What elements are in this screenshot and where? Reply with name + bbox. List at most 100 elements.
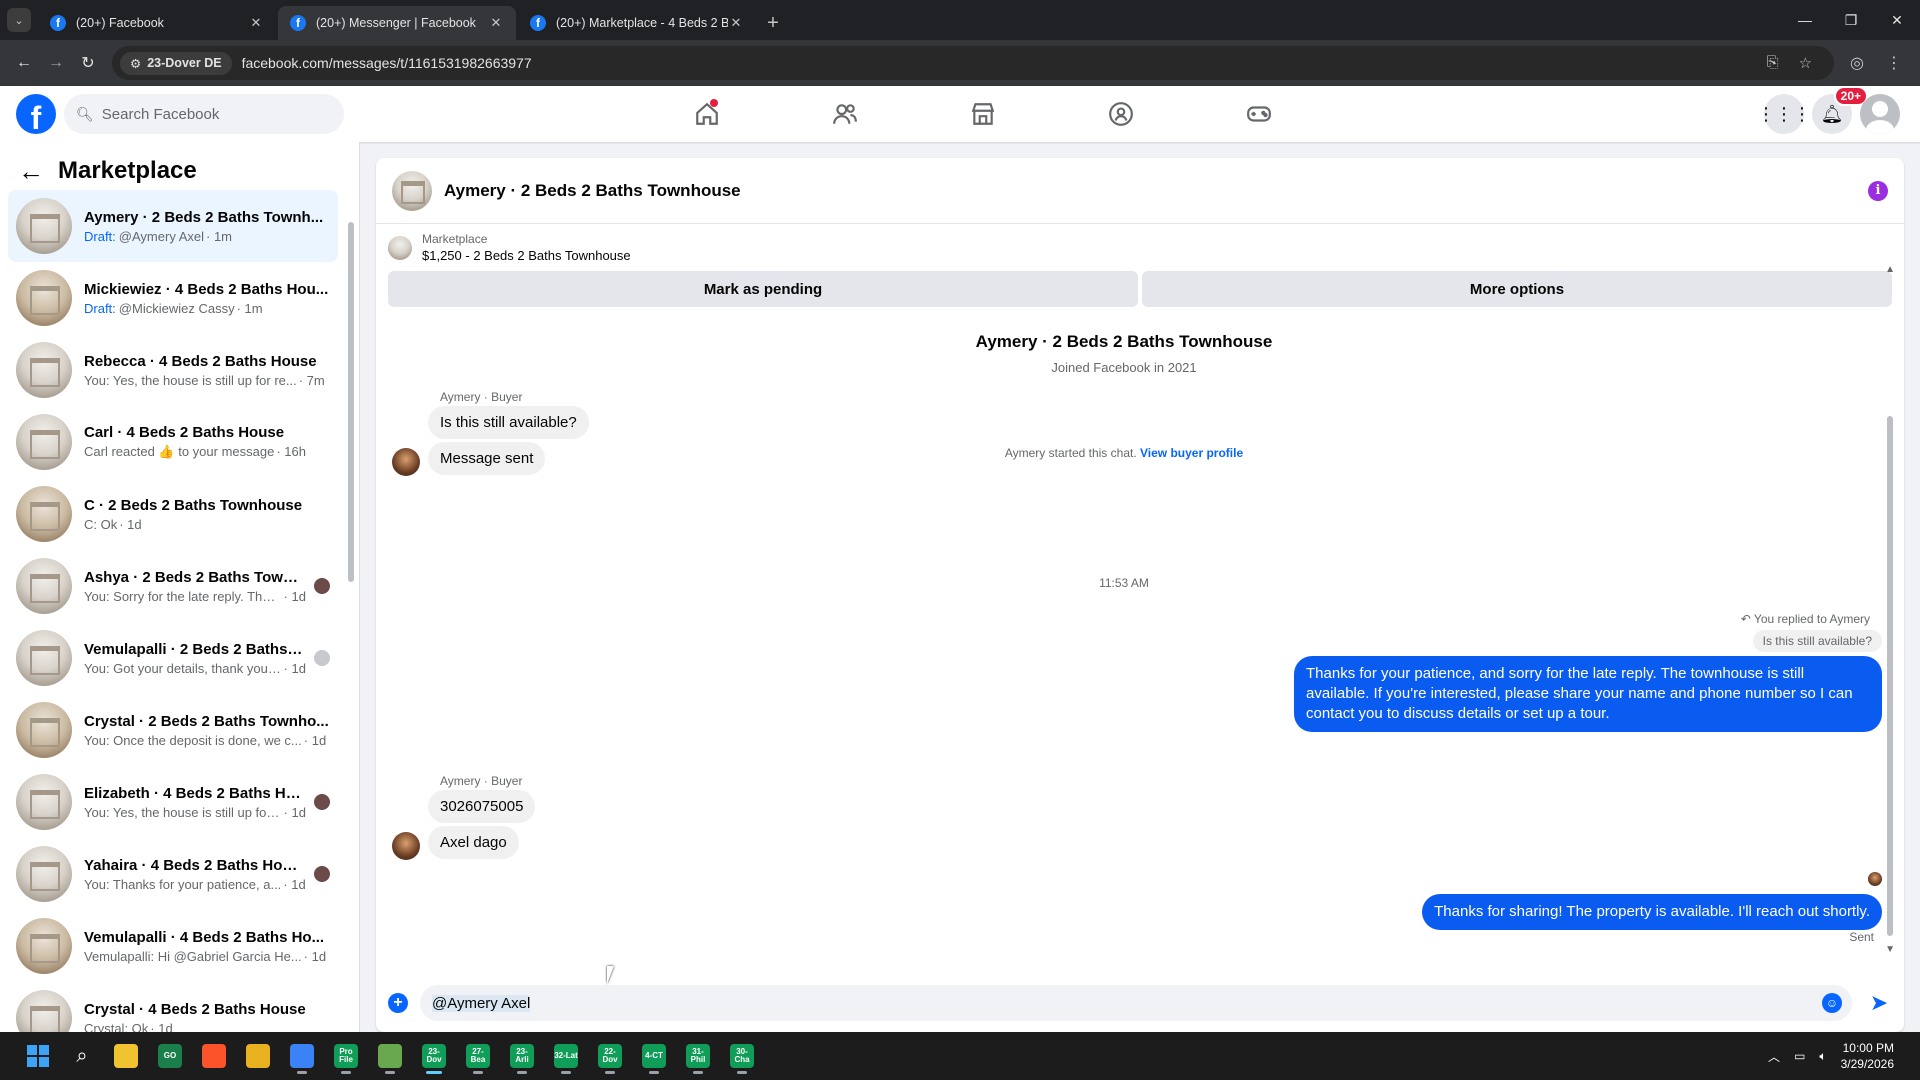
- browser-tab[interactable]: f (20+) Facebook ✕: [38, 6, 276, 40]
- nav-friends[interactable]: [776, 86, 914, 142]
- conversation-name: Rebecca · 4 Beds 2 Baths House: [84, 352, 317, 370]
- taskbar-app[interactable]: Pro File: [326, 1036, 366, 1076]
- close-tab-icon[interactable]: ✕: [248, 15, 264, 31]
- nav-marketplace[interactable]: [914, 86, 1052, 142]
- mark-pending-button[interactable]: Mark as pending: [388, 271, 1138, 307]
- more-options-button[interactable]: More options: [1142, 271, 1892, 307]
- facebook-logo-icon[interactable]: f: [16, 94, 56, 134]
- browser-tab-active[interactable]: f (20+) Messenger | Facebook ✕: [278, 6, 516, 40]
- reload-icon[interactable]: ↻: [72, 47, 104, 79]
- more-menu-icon[interactable]: ⋮: [1886, 53, 1902, 73]
- conversation-item[interactable]: Rebecca · 4 Beds 2 Baths House You: Yes, …: [8, 334, 338, 406]
- profile-icon[interactable]: ◎: [1850, 53, 1864, 73]
- chevron-up-icon[interactable]: ︿: [1768, 1048, 1780, 1065]
- incoming-message[interactable]: Message sent: [428, 442, 546, 475]
- chat-scrollbar[interactable]: [1886, 320, 1894, 960]
- scrollbar-thumb[interactable]: [1887, 416, 1893, 936]
- back-arrow-icon[interactable]: ←: [18, 156, 44, 187]
- file-explorer-button[interactable]: [106, 1036, 146, 1076]
- scrollbar-thumb[interactable]: [348, 222, 354, 582]
- taskbar-app[interactable]: 22-Dov: [590, 1036, 630, 1076]
- browser-tab[interactable]: f (20+) Marketplace - 4 Beds 2 B ✕: [518, 6, 756, 40]
- notifications-button[interactable]: 🔔︎ 20+: [1812, 86, 1868, 134]
- conversation-name: Elizabeth · 4 Beds 2 Baths Ho...: [84, 784, 306, 802]
- nav-groups[interactable]: [1052, 86, 1190, 142]
- network-icon[interactable]: ▭: [1794, 1049, 1805, 1063]
- volume-icon[interactable]: 🔈︎: [1819, 1049, 1826, 1064]
- address-bar[interactable]: ⚙ 23-Dover DE facebook.com/messages/t/116…: [112, 46, 1835, 80]
- outgoing-message[interactable]: Thanks for your patience, and sorry for …: [1294, 656, 1882, 732]
- app-icon: 23-Dov: [422, 1044, 446, 1068]
- app-icon: 4-CT: [642, 1044, 666, 1068]
- outgoing-message[interactable]: Thanks for sharing! The property is avai…: [1422, 894, 1882, 930]
- conversation-item[interactable]: Ashya · 2 Beds 2 Baths Townh... You: Sorr…: [8, 550, 338, 622]
- menu-grid-button[interactable]: ⋮⋮⋮: [1757, 94, 1811, 134]
- plus-icon[interactable]: +: [388, 993, 408, 1013]
- conversation-item[interactable]: Crystal · 4 Beds 2 Baths House Crystal: O…: [8, 982, 338, 1032]
- install-app-icon[interactable]: ⎘: [1767, 54, 1779, 72]
- profile-chip[interactable]: ⚙ 23-Dover DE: [120, 51, 232, 75]
- conversation-time: · 1d: [119, 516, 142, 532]
- taskbar-app[interactable]: GO: [150, 1036, 190, 1076]
- app-icon: 30-Cha: [730, 1044, 754, 1068]
- scroll-up-icon[interactable]: ▲: [1885, 264, 1895, 275]
- taskbar-app[interactable]: 30-Cha: [722, 1036, 762, 1076]
- taskbar-app[interactable]: 32-Lat: [546, 1036, 586, 1076]
- conversation-item[interactable]: Elizabeth · 4 Beds 2 Baths Ho... You: Yes…: [8, 766, 338, 838]
- nav-home[interactable]: [638, 86, 776, 142]
- new-tab-button[interactable]: +: [758, 6, 788, 40]
- conversation-item[interactable]: Carl · 4 Beds 2 Baths House Carl reacted …: [8, 406, 338, 478]
- close-tab-icon[interactable]: ✕: [728, 15, 744, 31]
- taskbar-app[interactable]: 27-Bea: [458, 1036, 498, 1076]
- taskbar-app[interactable]: [370, 1036, 410, 1076]
- tab-search-button[interactable]: ⌄: [0, 0, 38, 40]
- listing-price[interactable]: $1,250 - 2 Beds 2 Baths Townhouse: [422, 248, 631, 263]
- sender-avatar[interactable]: [392, 448, 420, 476]
- conversation-item[interactable]: Crystal · 2 Beds 2 Baths Townho... You: O…: [8, 694, 338, 766]
- minimize-icon[interactable]: —: [1782, 12, 1828, 28]
- chat-avatar[interactable]: [392, 170, 432, 211]
- nav-gaming[interactable]: [1190, 86, 1328, 142]
- bookmark-star-icon[interactable]: ☆: [1799, 54, 1812, 72]
- emoji-icon[interactable]: ☺: [1822, 993, 1842, 1013]
- incoming-message[interactable]: 3026075005: [428, 790, 536, 823]
- taskbar-search-button[interactable]: ⌕: [62, 1036, 102, 1076]
- sidebar-scrollbar[interactable]: [347, 202, 355, 1022]
- listing-thumbnail[interactable]: [388, 235, 412, 260]
- taskbar-app[interactable]: [194, 1036, 234, 1076]
- send-icon[interactable]: ➤: [1864, 990, 1894, 1016]
- info-icon[interactable]: i: [1868, 180, 1888, 201]
- taskbar-app[interactable]: 4-CT: [634, 1036, 674, 1076]
- incoming-message[interactable]: Axel dago: [428, 826, 519, 859]
- bell-icon: 🔔︎: [1820, 103, 1844, 124]
- clock[interactable]: 10:00 PM 3/29/2026: [1841, 1040, 1894, 1072]
- app-icon: 31-Phil: [686, 1044, 710, 1068]
- close-window-icon[interactable]: ✕: [1874, 12, 1920, 29]
- sidebar-title: Marketplace: [58, 157, 197, 184]
- conversation-item[interactable]: Yahaira · 4 Beds 2 Baths House You: Thank…: [8, 838, 338, 910]
- taskbar-app[interactable]: 23-Dov: [414, 1036, 454, 1076]
- conversation-item[interactable]: Mickiewiez · 4 Beds 2 Baths Hou... Draft:…: [8, 262, 338, 334]
- reply-quote[interactable]: Is this still available?: [1752, 630, 1882, 652]
- view-buyer-profile-link[interactable]: View buyer profile: [1140, 446, 1243, 460]
- taskbar-app[interactable]: 23-Arli: [502, 1036, 542, 1076]
- conversation-item[interactable]: Vemulapalli · 4 Beds 2 Baths Ho... Vemula…: [8, 910, 338, 982]
- chat-title[interactable]: Aymery · 2 Beds 2 Baths Townhouse: [444, 181, 741, 201]
- conversation-item[interactable]: Vemulapalli · 2 Beds 2 Baths T... You: Go…: [8, 622, 338, 694]
- taskbar-app[interactable]: [238, 1036, 278, 1076]
- start-button[interactable]: [18, 1036, 58, 1076]
- conversation-item[interactable]: C · 2 Beds 2 Baths Townhouse C: Ok · 1d: [8, 478, 338, 550]
- account-avatar[interactable]: [1860, 94, 1900, 134]
- sender-avatar[interactable]: [392, 832, 420, 860]
- forward-arrow-icon[interactable]: →: [40, 47, 72, 79]
- incoming-message[interactable]: Is this still available?: [428, 406, 589, 439]
- restore-icon[interactable]: ❐: [1828, 12, 1874, 29]
- taskbar-app[interactable]: 31-Phil: [678, 1036, 718, 1076]
- message-input[interactable]: @Aymery Axel ☺: [420, 985, 1852, 1021]
- back-arrow-icon[interactable]: ←: [8, 47, 40, 79]
- scroll-down-icon[interactable]: ▼: [1885, 944, 1895, 955]
- conversation-item[interactable]: Aymery · 2 Beds 2 Baths Townh... Draft: @A…: [8, 190, 338, 262]
- taskbar-app[interactable]: [282, 1036, 322, 1076]
- close-tab-icon[interactable]: ✕: [488, 15, 504, 31]
- search-input[interactable]: 🔍︎ Search Facebook: [64, 94, 344, 134]
